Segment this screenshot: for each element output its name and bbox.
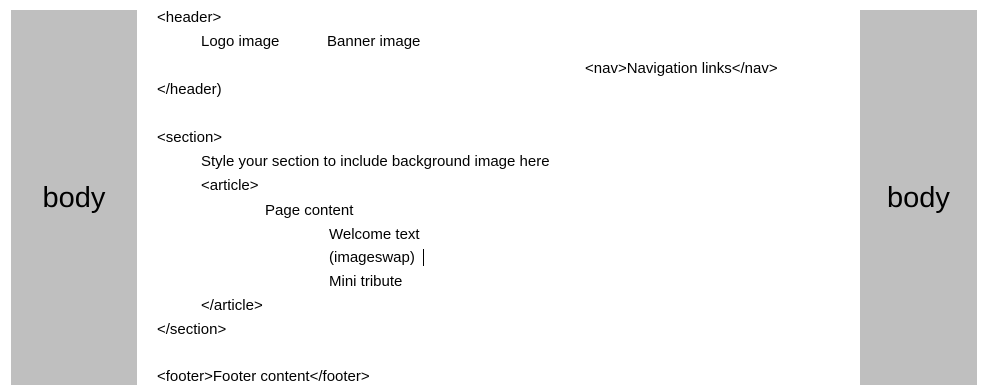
mini-tribute-item: Mini tribute bbox=[329, 273, 403, 290]
welcome-text-item: Welcome text bbox=[329, 226, 420, 243]
body-label-left: body bbox=[42, 182, 106, 214]
body-panel-left: body bbox=[11, 10, 137, 385]
logo-image-text: Logo image bbox=[201, 33, 280, 50]
imageswap-item: (imageswap) bbox=[329, 248, 415, 268]
nav-line: <nav>Navigation links</nav> bbox=[585, 60, 778, 77]
section-close-tag: </section> bbox=[157, 321, 227, 338]
imageswap-item-text: (imageswap) bbox=[329, 249, 415, 266]
body-label-right: body bbox=[887, 182, 950, 214]
header-open-tag: <header> bbox=[157, 9, 222, 26]
body-panel-right: body bbox=[860, 10, 977, 385]
article-open-tag: <article> bbox=[201, 177, 259, 194]
section-open-tag: <section> bbox=[157, 129, 223, 146]
article-close-tag: </article> bbox=[201, 297, 263, 314]
text-cursor bbox=[423, 249, 424, 266]
banner-image-text: Banner image bbox=[327, 33, 421, 50]
header-close-tag: </header) bbox=[157, 81, 222, 98]
footer-line: <footer>Footer content</footer> bbox=[157, 368, 370, 385]
page-content-text: Page content bbox=[265, 202, 354, 219]
diagram-canvas: { "panels": { "left_label": "body", "rig… bbox=[0, 0, 987, 385]
section-style-note: Style your section to include background… bbox=[201, 153, 550, 170]
